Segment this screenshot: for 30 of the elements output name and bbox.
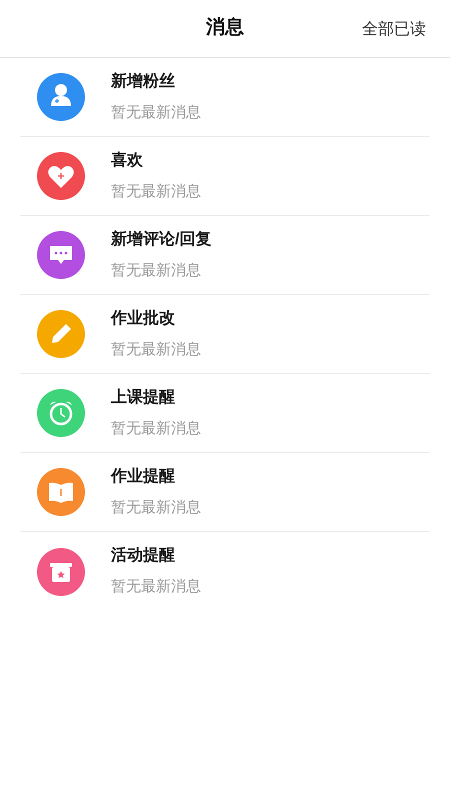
category-title: 作业提醒 (111, 466, 176, 487)
category-status: 暂无最新消息 (111, 418, 201, 439)
category-title: 喜欢 (111, 150, 144, 171)
category-status: 暂无最新消息 (111, 260, 202, 281)
gift-icon (50, 562, 72, 582)
message-category-item[interactable]: 活动提醒 暂无最新消息 (20, 532, 430, 611)
category-title: 新增粉丝 (111, 71, 176, 92)
book-icon (49, 482, 73, 503)
message-category-item[interactable]: 新增粉丝 暂无最新消息 (20, 58, 430, 137)
person-icon (51, 84, 71, 106)
alarm-clock-icon (50, 402, 72, 426)
message-category-item[interactable]: 作业批改 暂无最新消息 (20, 295, 430, 374)
page-title: 消息 (206, 16, 244, 40)
category-status: 暂无最新消息 (111, 577, 201, 598)
pencil-icon (52, 324, 71, 343)
category-status: 暂无最新消息 (111, 182, 201, 202)
category-status: 暂无最新消息 (111, 102, 201, 123)
chat-icon (50, 246, 72, 264)
category-title: 新增评论/回复 (111, 229, 212, 250)
heart-icon (48, 166, 74, 188)
category-title: 活动提醒 (111, 546, 176, 566)
category-title: 上课提醒 (111, 388, 176, 408)
message-category-item[interactable]: 喜欢 暂无最新消息 (20, 137, 430, 216)
category-title: 作业批改 (111, 308, 176, 329)
category-status: 暂无最新消息 (111, 340, 201, 360)
category-status: 暂无最新消息 (111, 498, 201, 518)
message-category-item[interactable]: 新增评论/回复 暂无最新消息 (20, 216, 430, 295)
message-category-item[interactable]: 作业提醒 暂无最新消息 (20, 453, 430, 532)
mark-all-read-button[interactable]: 全部已读 (362, 18, 426, 42)
message-category-item[interactable]: 上课提醒 暂无最新消息 (20, 374, 430, 453)
